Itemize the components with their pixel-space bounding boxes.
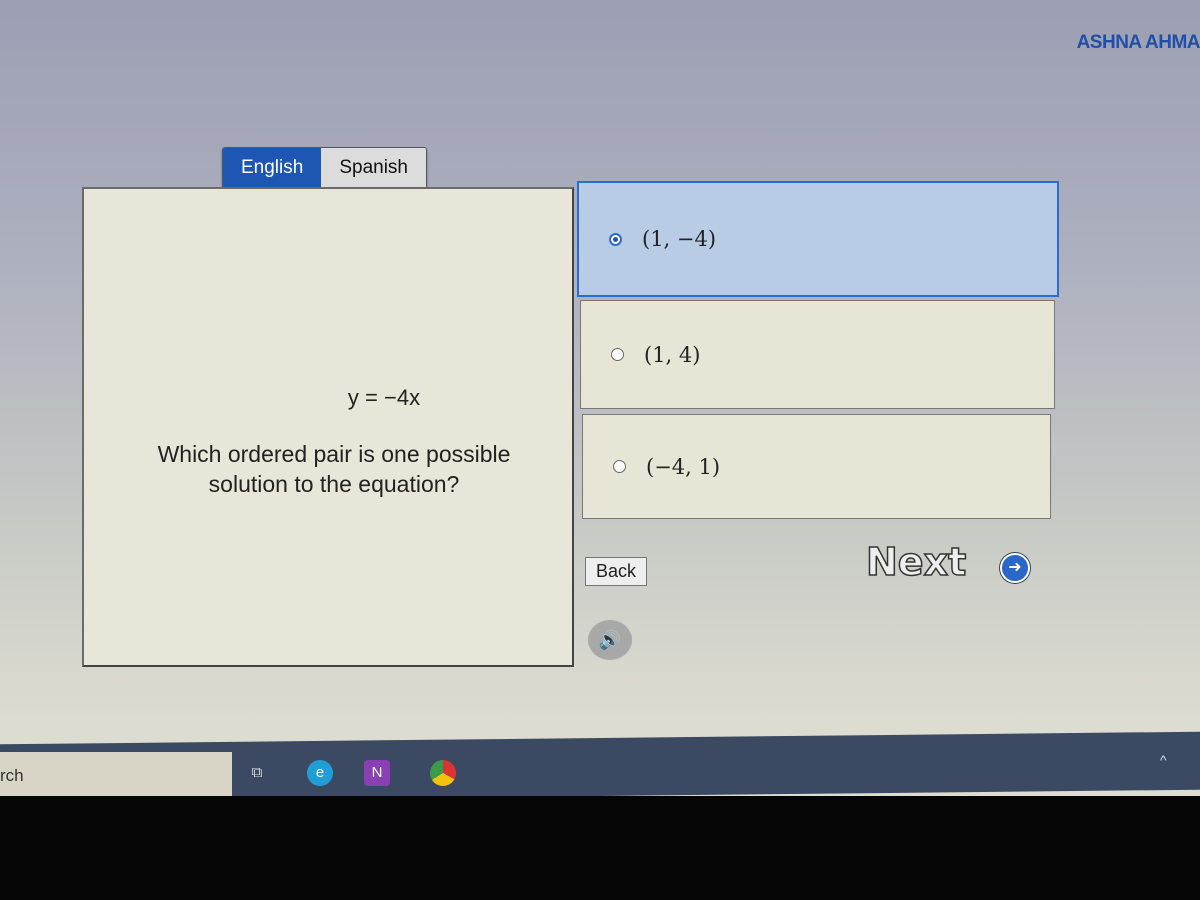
question-prompt: Which ordered pair is one possible solut… xyxy=(157,441,511,497)
next-button[interactable]: Next xyxy=(865,539,967,585)
taskbar-search[interactable] xyxy=(0,752,232,796)
edge-icon[interactable]: e xyxy=(307,760,333,786)
arrow-right-circle-icon[interactable]: ➜ xyxy=(1000,553,1030,583)
search-text: rch xyxy=(0,766,24,785)
answer-option-1[interactable]: (1, −4) xyxy=(577,181,1059,297)
radio-selected[interactable] xyxy=(609,232,622,246)
back-button[interactable]: Back xyxy=(585,557,647,586)
option-label: (1, −4) xyxy=(642,227,717,251)
speaker-icon[interactable]: 🔊 xyxy=(588,620,632,660)
language-tabs: English Spanish xyxy=(222,147,427,189)
option-label: (−4, 1) xyxy=(646,454,721,479)
onenote-icon[interactable]: N xyxy=(364,760,390,786)
answer-option-2[interactable]: (1, 4) xyxy=(580,300,1055,409)
task-view-icon[interactable]: ⧉ xyxy=(244,760,270,786)
question-panel: y = −4x Which ordered pair is one possib… xyxy=(82,187,574,667)
radio[interactable] xyxy=(611,348,624,361)
tab-spanish[interactable]: Spanish xyxy=(321,148,426,188)
monitor-bezel xyxy=(0,796,1200,900)
equation: y = −4x xyxy=(347,385,421,410)
chevron-up-icon[interactable]: ^ xyxy=(1160,752,1167,768)
tab-english[interactable]: English xyxy=(223,148,322,188)
chrome-icon[interactable] xyxy=(430,760,456,786)
option-label: (1, 4) xyxy=(644,342,701,367)
radio[interactable] xyxy=(613,460,626,473)
user-name: ASHNA AHMA xyxy=(1076,32,1200,53)
answer-option-3[interactable]: (−4, 1) xyxy=(582,414,1051,519)
